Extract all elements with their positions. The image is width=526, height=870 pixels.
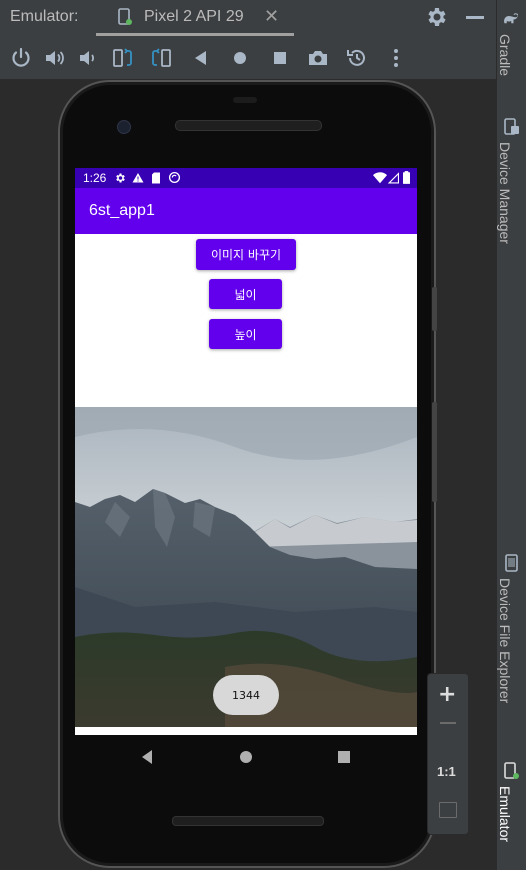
zoom-fit-icon[interactable]	[439, 802, 457, 818]
device-manager-icon	[504, 118, 519, 135]
emulator-label: Emulator:	[10, 8, 79, 25]
nav-home-icon[interactable]	[238, 748, 254, 766]
elephant-icon	[504, 13, 518, 24]
change-image-button[interactable]: 이미지 바꾸기	[196, 239, 296, 270]
zoom-actual-size-button[interactable]: 1:1	[437, 764, 456, 779]
power-icon[interactable]	[9, 46, 33, 70]
device-screen[interactable]: 1:26 6st_app1 이미지 바꾸기 넓이 높이 1344	[75, 168, 417, 735]
zoom-panel: + 1:1	[427, 673, 469, 835]
toast-message: 1344	[213, 675, 279, 715]
side-tab-emulator[interactable]: Emulator	[497, 760, 526, 860]
emulator-icon	[504, 762, 519, 779]
emulator-header: Emulator: Pixel 2 API 29 ✕	[0, 0, 496, 37]
side-tab-device-file-explorer[interactable]: Device File Explorer	[497, 552, 526, 732]
volume-button-hw[interactable]	[432, 402, 437, 502]
front-camera	[117, 120, 131, 134]
warning-icon	[132, 173, 144, 183]
rotate-right-icon[interactable]	[149, 46, 173, 70]
app-title: 6st_app1	[89, 202, 155, 219]
earpiece-speaker	[175, 120, 322, 131]
device-file-explorer-icon	[505, 554, 518, 572]
side-tab-device-manager[interactable]: Device Manager	[497, 116, 526, 266]
more-icon[interactable]	[384, 46, 408, 70]
home-icon[interactable]	[228, 46, 252, 70]
status-time: 1:26	[83, 171, 107, 185]
width-button[interactable]: 넓이	[209, 279, 282, 309]
right-tool-strip: Gradle Device Manager Device File Explor…	[496, 0, 526, 870]
tab-title: Pixel 2 API 29	[144, 8, 244, 25]
zoom-in-button[interactable]: +	[438, 682, 456, 707]
screenshot-icon[interactable]	[306, 46, 330, 70]
nav-back-icon[interactable]	[140, 748, 154, 766]
side-tab-label: Emulator	[497, 786, 513, 843]
status-bar: 1:26	[75, 168, 417, 188]
device-icon	[118, 8, 132, 25]
signal-icon	[388, 172, 399, 184]
power-button-hw[interactable]	[432, 287, 437, 331]
close-tab-icon[interactable]: ✕	[264, 6, 279, 27]
back-icon[interactable]	[189, 46, 213, 70]
sync-icon	[168, 171, 181, 184]
tab-underline	[96, 33, 294, 36]
snapshot-icon[interactable]	[345, 46, 369, 70]
overview-icon[interactable]	[268, 46, 292, 70]
wifi-icon	[373, 172, 387, 184]
side-tab-label: Device File Explorer	[497, 578, 513, 704]
rotate-left-icon[interactable]	[111, 46, 135, 70]
bottom-speaker	[172, 816, 324, 826]
settings-notification-icon	[116, 173, 125, 183]
sd-card-icon	[152, 172, 160, 184]
minimize-icon[interactable]	[466, 16, 484, 19]
tab-pixel-2-api-29[interactable]: Pixel 2 API 29 ✕	[96, 0, 294, 36]
app-bar: 6st_app1	[75, 188, 417, 234]
side-tab-label: Gradle	[497, 34, 513, 77]
emulator-toolbar	[0, 37, 496, 79]
sensor	[233, 97, 257, 103]
volume-down-icon[interactable]	[76, 46, 100, 70]
zoom-out-button[interactable]	[440, 722, 456, 724]
side-tab-gradle[interactable]: Gradle	[497, 8, 526, 88]
nav-overview-icon[interactable]	[337, 748, 351, 766]
side-tab-label: Device Manager	[497, 142, 513, 244]
gear-icon[interactable]	[424, 5, 448, 29]
battery-icon	[403, 171, 410, 184]
height-button[interactable]: 높이	[209, 319, 282, 349]
volume-up-icon[interactable]	[43, 46, 67, 70]
